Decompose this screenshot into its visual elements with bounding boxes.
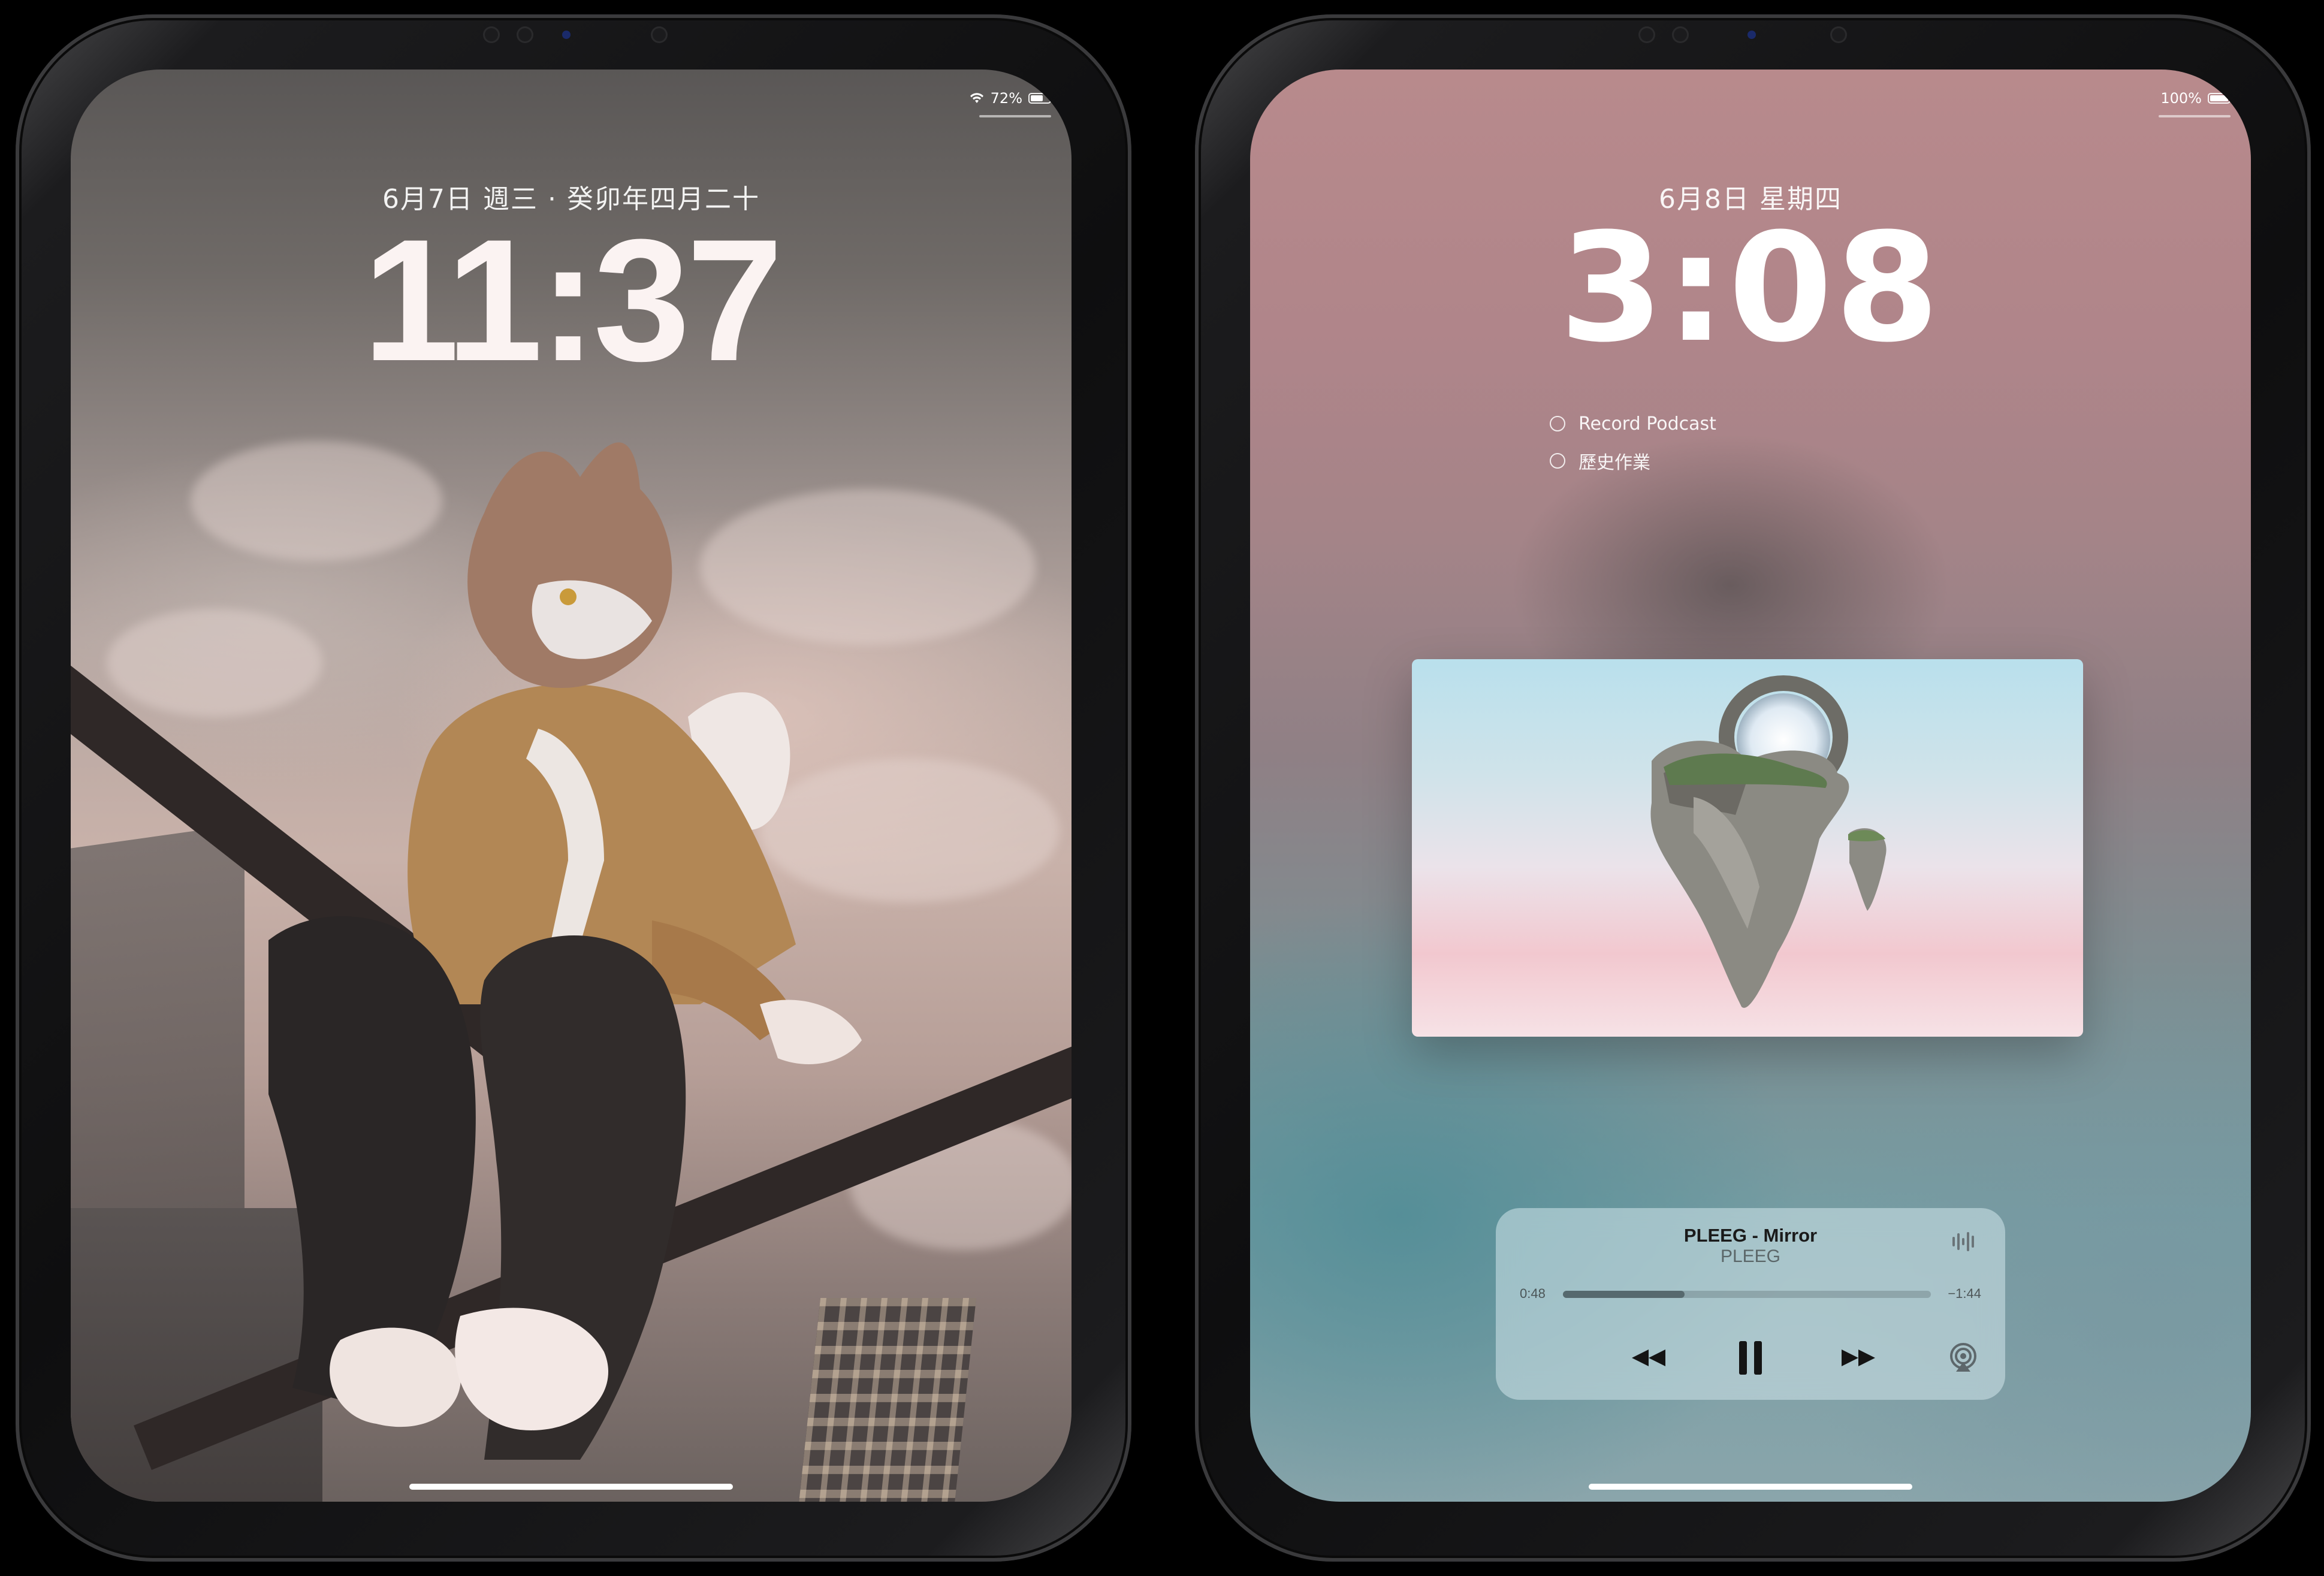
pause-icon bbox=[1739, 1341, 1762, 1375]
pause-button[interactable] bbox=[1724, 1334, 1777, 1382]
right-ipad-device: 100% 6月8日 星期四 3:08 Record Podcast 歷史作業 P… bbox=[1195, 14, 2311, 1562]
camera-sensor bbox=[1747, 31, 1756, 39]
battery-fill bbox=[2210, 95, 2228, 101]
fast-forward-icon bbox=[1842, 1349, 1875, 1366]
elapsed-time: 0:48 bbox=[1520, 1286, 1546, 1301]
home-indicator[interactable] bbox=[1589, 1484, 1912, 1490]
lock-screen-clock[interactable]: 3:08 bbox=[1250, 213, 2251, 363]
left-ipad-device: 72% 6月7日 週三 · 癸卯年四月二十 11:37 bbox=[16, 14, 1131, 1562]
control-center-grabber[interactable] bbox=[2159, 115, 2231, 117]
camera-sensor bbox=[1672, 26, 1689, 43]
control-center-grabber[interactable] bbox=[979, 115, 1051, 117]
playback-scrubber[interactable] bbox=[1563, 1291, 1931, 1298]
camera-lens bbox=[1830, 26, 1847, 43]
home-indicator[interactable] bbox=[409, 1484, 733, 1490]
playback-controls bbox=[1496, 1334, 2005, 1382]
reminders-widget[interactable]: Record Podcast 歷史作業 bbox=[1550, 405, 1716, 479]
status-bar: 100% bbox=[2160, 90, 2233, 107]
camera-sensor bbox=[1638, 26, 1655, 43]
remaining-time: −1:44 bbox=[1948, 1286, 1981, 1301]
camera-sensor bbox=[562, 31, 571, 39]
album-artwork[interactable] bbox=[1412, 659, 2083, 1037]
battery-percent-label: 100% bbox=[2160, 90, 2202, 107]
track-title: PLEEG - Mirror bbox=[1683, 1225, 1818, 1246]
reminder-item[interactable]: 歷史作業 bbox=[1550, 442, 1716, 479]
waveform-icon[interactable] bbox=[1951, 1230, 1978, 1254]
reminder-checkbox[interactable] bbox=[1550, 453, 1565, 469]
camera-sensor bbox=[517, 26, 533, 43]
character-illustration bbox=[268, 442, 862, 1460]
reminder-checkbox[interactable] bbox=[1550, 416, 1565, 431]
playback-progress-fill bbox=[1563, 1291, 1685, 1298]
reminder-label: Record Podcast bbox=[1578, 413, 1716, 434]
rewind-icon bbox=[1632, 1349, 1665, 1366]
left-lock-screen[interactable]: 72% 6月7日 週三 · 癸卯年四月二十 11:37 bbox=[71, 70, 1072, 1502]
right-lock-screen[interactable]: 100% 6月8日 星期四 3:08 Record Podcast 歷史作業 P… bbox=[1250, 70, 2251, 1502]
lock-screen-clock[interactable]: 11:37 bbox=[71, 213, 1072, 387]
reminder-label: 歷史作業 bbox=[1578, 452, 1650, 473]
now-playing-widget[interactable]: PLEEG - Mirror PLEEG 0:48 −1:44 bbox=[1496, 1208, 2005, 1400]
airplay-button[interactable] bbox=[1939, 1334, 1987, 1382]
battery-icon bbox=[1028, 93, 1054, 104]
airplay-icon bbox=[1950, 1343, 1976, 1372]
status-bar: 72% bbox=[969, 90, 1054, 107]
reminder-item[interactable]: Record Podcast bbox=[1550, 405, 1716, 442]
camera-sensor bbox=[483, 26, 500, 43]
track-artist: PLEEG bbox=[1720, 1246, 1781, 1266]
floating-island-artwork bbox=[1650, 675, 1887, 1008]
rewind-button[interactable] bbox=[1622, 1334, 1676, 1382]
battery-icon bbox=[2208, 93, 2233, 104]
camera-lens bbox=[651, 26, 668, 43]
battery-fill bbox=[1031, 95, 1043, 101]
scene: 72% 6月7日 週三 · 癸卯年四月二十 11:37 100% 6月8日 星期… bbox=[0, 0, 2324, 1576]
wifi-icon bbox=[970, 93, 983, 103]
fast-forward-button[interactable] bbox=[1831, 1334, 1885, 1382]
battery-percent-label: 72% bbox=[990, 90, 1022, 107]
